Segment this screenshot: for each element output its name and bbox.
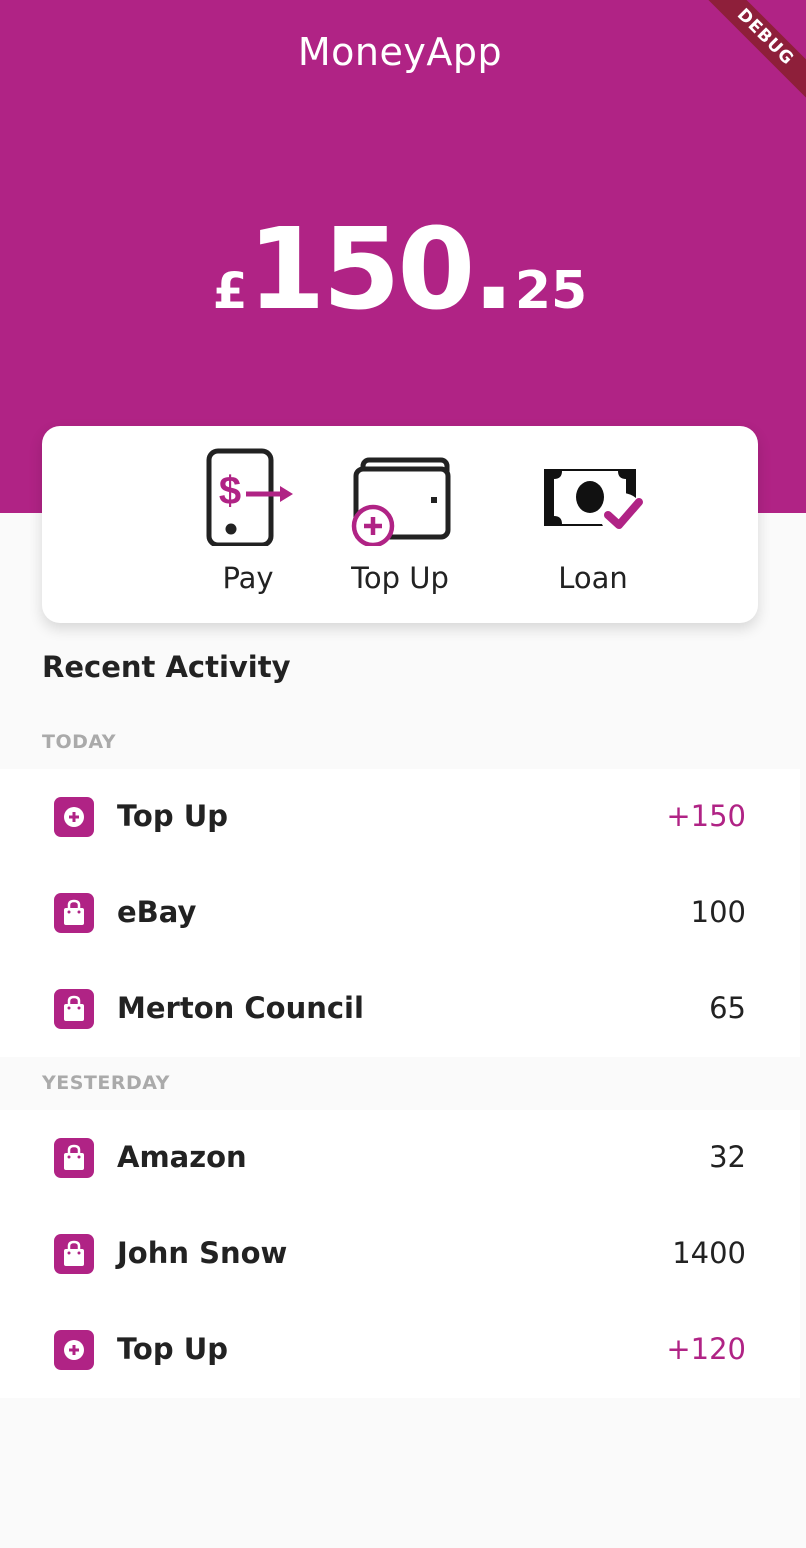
- activity-amount: 100: [690, 895, 746, 929]
- shopping-bag-icon: [54, 893, 94, 933]
- activity-row[interactable]: Top Up +150: [0, 769, 800, 865]
- group-header-yesterday: YESTERDAY: [42, 1072, 170, 1094]
- top-up-action-label: Top Up: [351, 561, 449, 595]
- activity-row[interactable]: John Snow 1400: [0, 1206, 800, 1302]
- plus-circle-icon: [54, 1330, 94, 1370]
- activity-group-today: Top Up +150 eBay 100 Merton Council 65: [0, 769, 800, 1057]
- activity-row[interactable]: eBay 100: [0, 865, 800, 961]
- balance-decimal: 25: [514, 261, 588, 321]
- debug-label: DEBUG: [702, 0, 806, 101]
- activity-name: Top Up: [117, 799, 229, 833]
- quick-actions-card: $ Pay Top Up Loan: [42, 426, 758, 623]
- balance-currency: £: [212, 262, 248, 320]
- top-up-action-button[interactable]: Top Up: [325, 426, 475, 623]
- activity-name: eBay: [117, 895, 197, 929]
- activity-amount: 65: [709, 991, 746, 1025]
- activity-row[interactable]: Top Up +120: [0, 1302, 800, 1398]
- activity-amount: 1400: [672, 1236, 746, 1270]
- activity-amount: +120: [666, 1332, 746, 1366]
- money-check-icon: [518, 446, 668, 556]
- wallet-plus-icon: [325, 446, 475, 556]
- balance-amount: £150.25: [0, 205, 800, 335]
- balance-decimal-point: .: [472, 205, 515, 335]
- activity-group-yesterday: Amazon 32 John Snow 1400 Top Up +120: [0, 1110, 800, 1398]
- svg-text:$: $: [219, 469, 241, 513]
- recent-activity-heading: Recent Activity: [42, 650, 291, 684]
- plus-circle-icon: [54, 797, 94, 837]
- activity-row[interactable]: Amazon 32: [0, 1110, 800, 1206]
- shopping-bag-icon: [54, 1234, 94, 1274]
- debug-banner: DEBUG: [696, 0, 806, 110]
- pay-action-button[interactable]: $ Pay: [173, 426, 323, 623]
- loan-action-button[interactable]: Loan: [518, 426, 668, 623]
- balance-integer: 150: [247, 205, 476, 335]
- activity-row[interactable]: Merton Council 65: [0, 961, 800, 1057]
- phone-dollar-send-icon: $: [173, 446, 323, 556]
- activity-name: Merton Council: [117, 991, 364, 1025]
- activity-amount: 32: [709, 1140, 746, 1174]
- activity-name: John Snow: [117, 1236, 288, 1270]
- shopping-bag-icon: [54, 989, 94, 1029]
- pay-action-label: Pay: [222, 561, 274, 595]
- app-title: MoneyApp: [297, 30, 503, 74]
- loan-action-label: Loan: [558, 561, 628, 595]
- money-app-screen: MoneyApp £150.25 DEBUG $ Pay Top Up Loan…: [0, 0, 806, 1548]
- activity-name: Amazon: [117, 1140, 247, 1174]
- group-header-today: TODAY: [42, 731, 117, 753]
- shopping-bag-icon: [54, 1138, 94, 1178]
- activity-amount: +150: [666, 799, 746, 833]
- activity-name: Top Up: [117, 1332, 229, 1366]
